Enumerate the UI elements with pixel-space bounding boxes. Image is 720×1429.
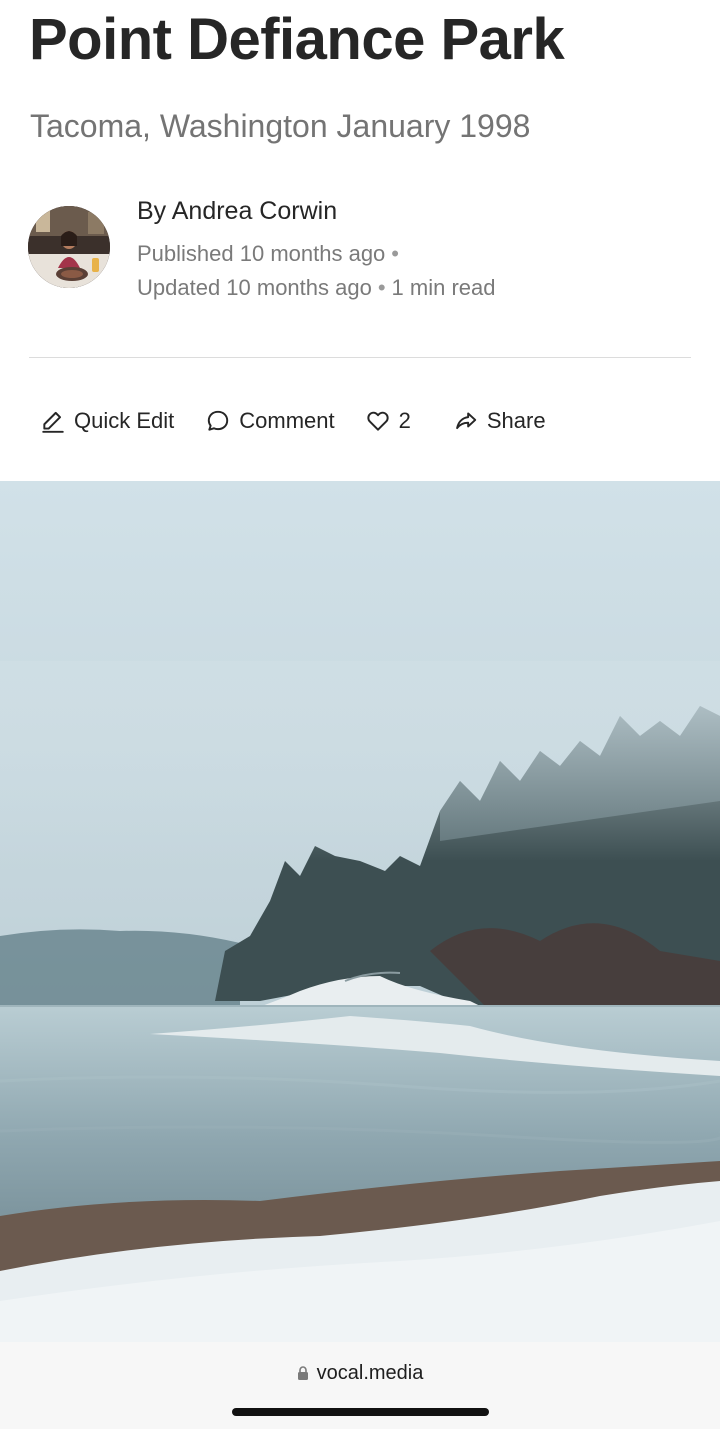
comment-bubble-icon — [208, 410, 229, 431]
like-count: 2 — [398, 408, 411, 433]
avatar-photo — [28, 206, 110, 288]
article-subtitle: Tacoma, Washington January 1998 — [30, 108, 531, 144]
quick-edit-button[interactable]: Quick Edit — [40, 408, 174, 434]
url-text: vocal.media — [316, 1362, 424, 1384]
quick-edit-label: Quick Edit — [74, 408, 175, 433]
lock-icon — [297, 1366, 308, 1380]
updated-meta: Updated 10 months ago • 1 min read — [137, 273, 496, 303]
share-label: Share — [486, 408, 546, 433]
heart-icon — [366, 411, 389, 431]
updated-time: Updated 10 months ago — [137, 275, 372, 300]
article-actions: Quick Edit Comment 2 Share — [40, 401, 546, 441]
meta-separator: • — [391, 241, 399, 266]
url-display[interactable]: vocal.media — [0, 1362, 720, 1385]
published-time: Published 10 months ago — [137, 241, 386, 266]
share-button[interactable]: Share — [453, 408, 546, 434]
like-button[interactable]: 2 — [365, 408, 411, 434]
share-arrow-icon — [456, 412, 477, 430]
meta-separator: • — [377, 275, 386, 300]
author-avatar[interactable] — [28, 206, 110, 288]
read-time: 1 min read — [391, 275, 496, 300]
pencil-icon — [42, 411, 64, 433]
article-title: Point Defiance Park — [29, 7, 565, 72]
home-indicator[interactable] — [232, 1408, 489, 1416]
comment-label: Comment — [239, 408, 335, 433]
article-hero-image — [0, 481, 720, 1342]
author-byline[interactable]: By Andrea Corwin — [137, 194, 337, 228]
comment-button[interactable]: Comment — [205, 408, 335, 434]
published-meta: Published 10 months ago • — [137, 239, 405, 269]
header-divider — [29, 357, 691, 358]
